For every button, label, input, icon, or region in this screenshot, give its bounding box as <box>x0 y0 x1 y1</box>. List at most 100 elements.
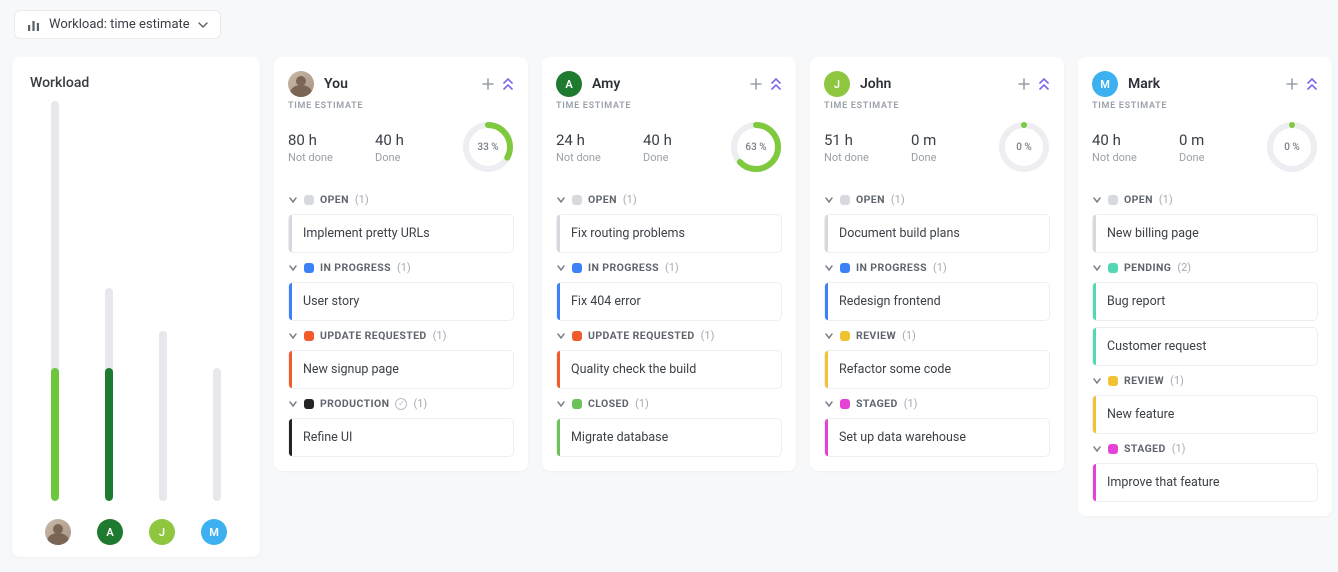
not-done-label: Not done <box>1092 151 1169 164</box>
person-header: A Amy <box>556 71 782 97</box>
status-label: REVIEW <box>856 329 896 342</box>
chevron-down-icon[interactable] <box>288 331 298 341</box>
task-card[interactable]: New billing page <box>1092 214 1318 253</box>
add-task-icon[interactable] <box>750 78 762 90</box>
status-group-header[interactable]: OPEN (1) <box>824 191 1050 208</box>
status-group-header[interactable]: OPEN (1) <box>556 191 782 208</box>
task-card[interactable]: Customer request <box>1092 327 1318 366</box>
avatar[interactable]: M <box>1092 71 1118 97</box>
chevron-down-icon[interactable] <box>288 195 298 205</box>
collapse-icon[interactable] <box>1038 78 1050 90</box>
avatar[interactable]: A <box>556 71 582 97</box>
status-color-icon <box>572 195 582 205</box>
chevron-down-icon[interactable] <box>556 263 566 273</box>
task-card[interactable]: Fix routing problems <box>556 214 782 253</box>
chevron-down-icon[interactable] <box>556 331 566 341</box>
task-card[interactable]: New signup page <box>288 350 514 389</box>
task-card[interactable]: Refine UI <box>288 418 514 457</box>
status-count: (1) <box>701 329 715 342</box>
task-card[interactable]: Migrate database <box>556 418 782 457</box>
progress-ring: 63 % <box>730 121 782 173</box>
task-card[interactable]: Fix 404 error <box>556 282 782 321</box>
status-group-header[interactable]: PENDING (2) <box>1092 259 1318 276</box>
progress-percent: 0 % <box>998 121 1050 173</box>
status-group-header[interactable]: STAGED (1) <box>1092 440 1318 457</box>
status-group-header[interactable]: PRODUCTION ✓ (1) <box>288 395 514 412</box>
status-group-header[interactable]: OPEN (1) <box>1092 191 1318 208</box>
status-color-icon <box>1108 195 1118 205</box>
metrics-row: 80 h Not done 40 h Done 33 % <box>288 121 514 173</box>
done-value: 0 m <box>911 131 988 149</box>
status-color-icon <box>840 263 850 273</box>
not-done-value: 51 h <box>824 131 901 149</box>
workload-view-dropdown[interactable]: Workload: time estimate <box>14 10 221 39</box>
add-task-icon[interactable] <box>482 78 494 90</box>
task-card[interactable]: Document build plans <box>824 214 1050 253</box>
chevron-down-icon[interactable] <box>824 331 834 341</box>
avatar[interactable]: J <box>824 71 850 97</box>
chevron-down-icon[interactable] <box>1092 444 1102 454</box>
status-color-icon <box>572 331 582 341</box>
add-task-icon[interactable] <box>1286 78 1298 90</box>
collapse-icon[interactable] <box>502 78 514 90</box>
task-card[interactable]: Implement pretty URLs <box>288 214 514 253</box>
status-label: IN PROGRESS <box>856 261 927 274</box>
status-count: (1) <box>623 193 637 206</box>
task-card[interactable]: User story <box>288 282 514 321</box>
done-value: 0 m <box>1179 131 1256 149</box>
chevron-down-icon[interactable] <box>824 195 834 205</box>
chevron-down-icon[interactable] <box>1092 263 1102 273</box>
metric-done: 40 h Done <box>375 131 452 164</box>
metric-not-done: 24 h Not done <box>556 131 633 164</box>
status-group-header[interactable]: IN PROGRESS (1) <box>824 259 1050 276</box>
chevron-down-icon[interactable] <box>1092 376 1102 386</box>
status-group-header[interactable]: REVIEW (1) <box>824 327 1050 344</box>
status-group-header[interactable]: OPEN (1) <box>288 191 514 208</box>
done-label: Done <box>1179 151 1256 164</box>
status-group-header[interactable]: IN PROGRESS (1) <box>556 259 782 276</box>
person-column: AAmy TIME ESTIMATE 24 h Not done 40 h Do… <box>542 57 796 471</box>
avatar[interactable]: A <box>97 519 123 545</box>
workload-bar[interactable] <box>149 331 177 501</box>
status-group-header[interactable]: CLOSED (1) <box>556 395 782 412</box>
status-color-icon <box>304 399 314 409</box>
collapse-icon[interactable] <box>1306 78 1318 90</box>
person-header: You <box>288 71 514 97</box>
avatar[interactable]: M <box>201 519 227 545</box>
not-done-label: Not done <box>556 151 633 164</box>
workload-bar[interactable] <box>41 101 69 501</box>
add-task-icon[interactable] <box>1018 78 1030 90</box>
chevron-down-icon[interactable] <box>824 263 834 273</box>
task-card[interactable]: New feature <box>1092 395 1318 434</box>
workload-bars <box>30 101 242 509</box>
avatar[interactable]: J <box>149 519 175 545</box>
status-group-header[interactable]: REVIEW (1) <box>1092 372 1318 389</box>
chevron-down-icon[interactable] <box>556 195 566 205</box>
status-group-header[interactable]: UPDATE REQUESTED (1) <box>288 327 514 344</box>
collapse-icon[interactable] <box>770 78 782 90</box>
avatar[interactable] <box>288 71 314 97</box>
status-group-header[interactable]: STAGED (1) <box>824 395 1050 412</box>
chevron-down-icon[interactable] <box>1092 195 1102 205</box>
chevron-down-icon[interactable] <box>288 399 298 409</box>
person-column: MMark TIME ESTIMATE 40 h Not done 0 m Do… <box>1078 57 1332 516</box>
task-card[interactable]: Quality check the build <box>556 350 782 389</box>
task-card[interactable]: Improve that feature <box>1092 463 1318 502</box>
progress-ring: 0 % <box>1266 121 1318 173</box>
chevron-down-icon[interactable] <box>288 263 298 273</box>
task-card[interactable]: Bug report <box>1092 282 1318 321</box>
person-name: Amy <box>592 76 740 92</box>
workload-bar[interactable] <box>203 368 231 501</box>
task-card[interactable]: Refactor some code <box>824 350 1050 389</box>
task-card[interactable]: Redesign frontend <box>824 282 1050 321</box>
avatar[interactable] <box>45 519 71 545</box>
status-group-header[interactable]: UPDATE REQUESTED (1) <box>556 327 782 344</box>
chevron-down-icon[interactable] <box>556 399 566 409</box>
workload-bar[interactable] <box>95 288 123 501</box>
progress-percent: 0 % <box>1266 121 1318 173</box>
status-group-header[interactable]: IN PROGRESS (1) <box>288 259 514 276</box>
status-color-icon <box>304 195 314 205</box>
task-card[interactable]: Set up data warehouse <box>824 418 1050 457</box>
chevron-down-icon[interactable] <box>824 399 834 409</box>
status-label: OPEN <box>856 193 885 206</box>
